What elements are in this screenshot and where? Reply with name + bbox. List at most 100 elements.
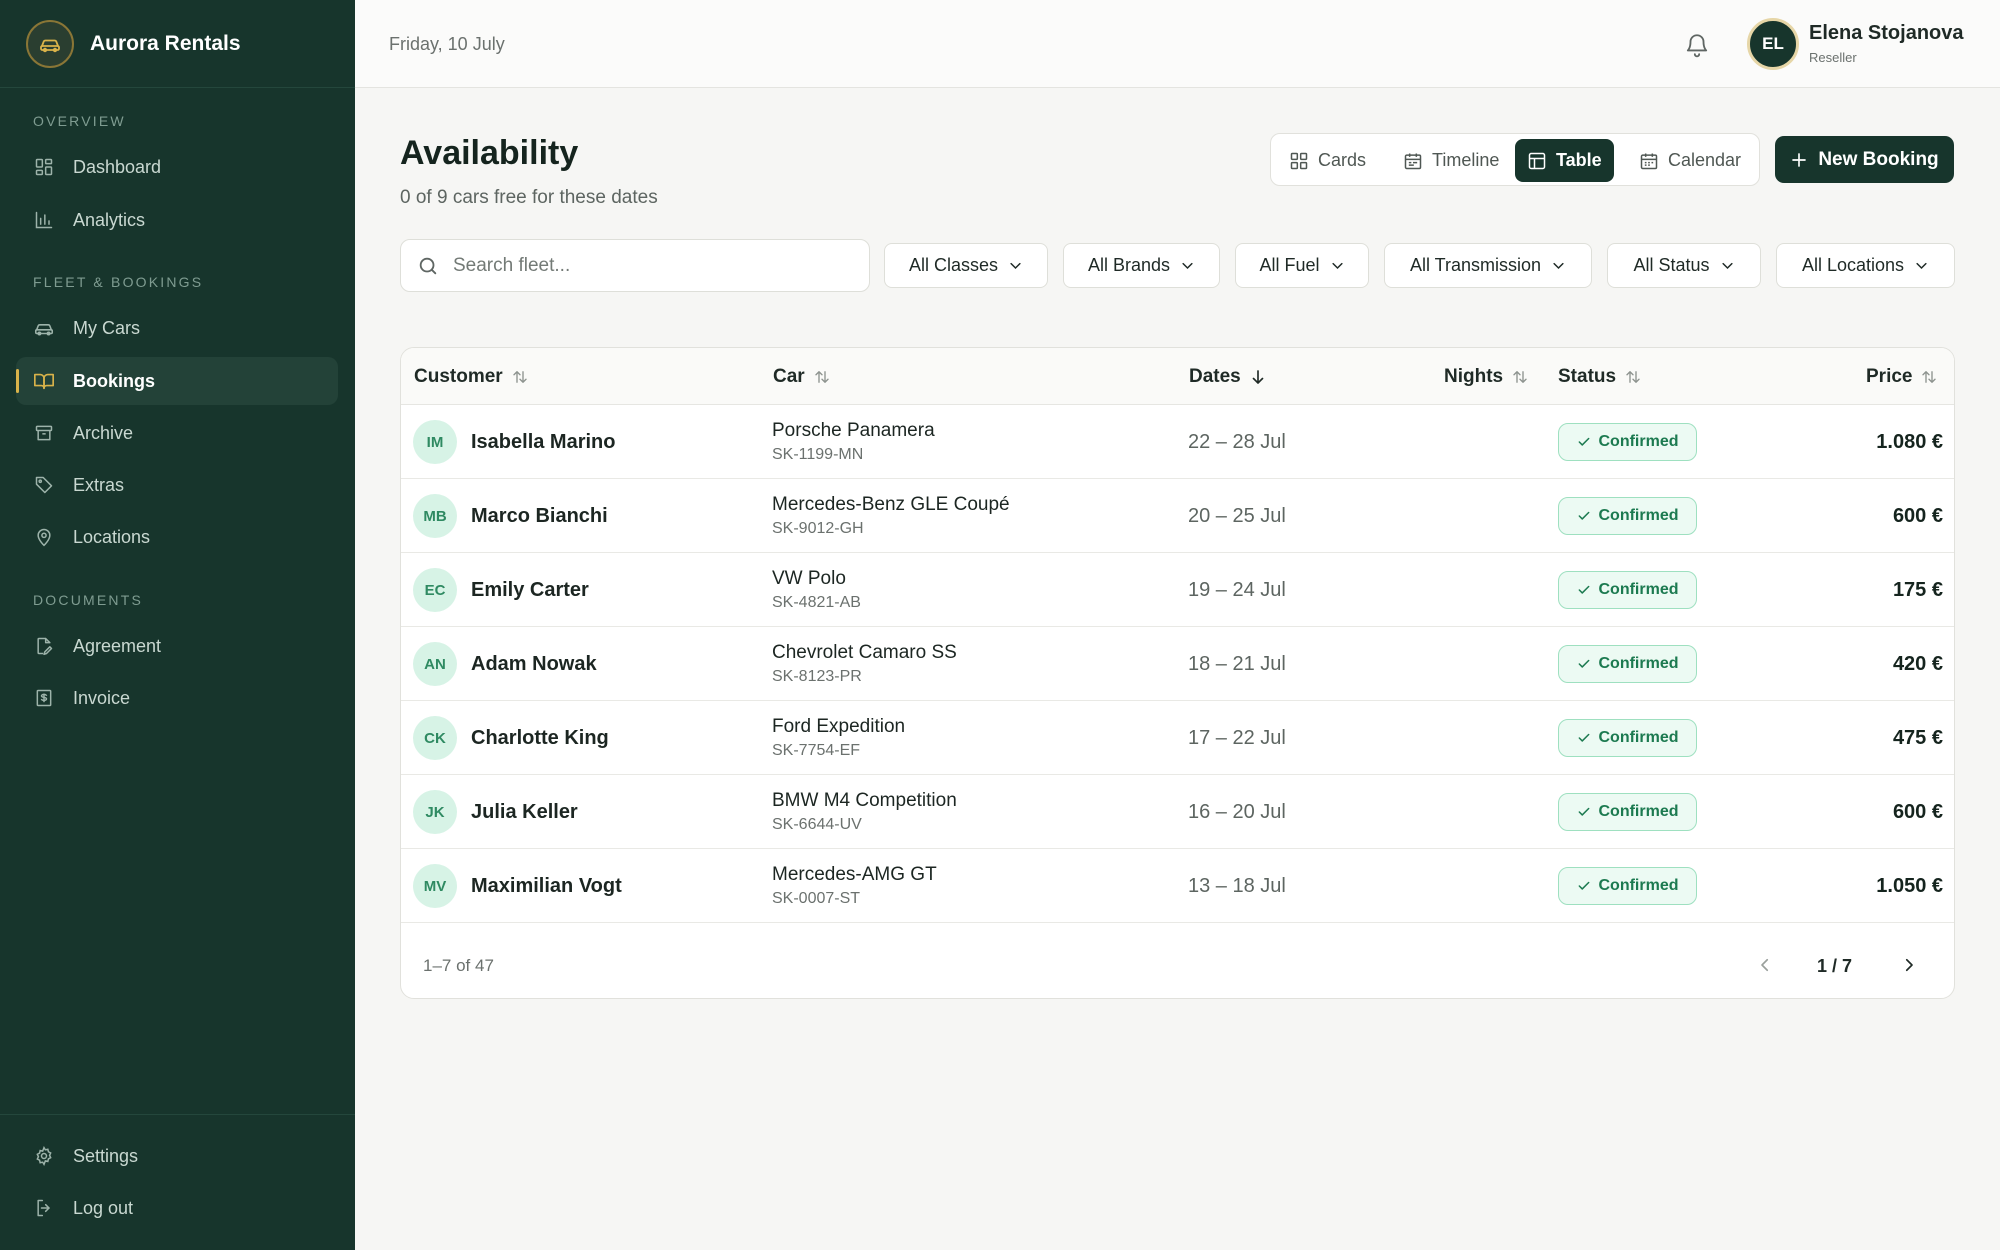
sidebar-item-label: Bookings [73,370,156,391]
section-fleet-bookings: FLEET & BOOKINGS [33,274,204,290]
column-dates[interactable]: Dates [1189,366,1267,388]
column-customer[interactable]: Customer [414,366,529,388]
sidebar-item-archive[interactable]: Archive [16,409,338,457]
sidebar-item-analytics[interactable]: Analytics [16,196,338,244]
column-nights[interactable]: Nights [1444,366,1529,388]
user-role: Reseller [1809,50,1857,65]
booking-price: 475 € [1892,727,1943,749]
bookings-table: Customer Car Dates Nights Status Price I… [400,347,1955,999]
bar-chart-icon [33,209,55,231]
sidebar-item-settings[interactable]: Settings [16,1132,338,1180]
status-label: Confirmed [1598,507,1679,524]
search-input[interactable] [453,254,853,277]
sidebar-item-label: My Cars [73,317,140,338]
page-subtitle: 0 of 9 cars free for these dates [400,187,658,208]
filter-locations[interactable]: All Locations [1776,243,1955,288]
customer-avatar: AN [413,642,457,686]
status-badge: Confirmed [1558,497,1697,535]
view-cards-button[interactable]: Cards [1277,139,1378,182]
car-name: Mercedes-AMG GT [772,864,937,885]
booking-price: 1.080 € [1876,431,1943,453]
pagination-range: 1–7 of 47 [423,956,494,975]
column-car[interactable]: Car [773,366,831,388]
sidebar: Aurora Rentals OVERVIEW Dashboard Analyt… [0,0,355,1250]
sidebar-item-label: Locations [73,526,151,547]
table-row[interactable]: IM Isabella Marino Porsche Panamera SK-1… [401,405,1954,479]
bell-icon[interactable] [1684,30,1710,60]
filter-fuel[interactable]: All Fuel [1235,243,1369,288]
sidebar-item-agreement[interactable]: Agreement [16,622,338,670]
sidebar-item-extras[interactable]: Extras [16,461,338,509]
car-name: BMW M4 Competition [772,790,957,811]
booking-price: 600 € [1892,505,1943,527]
sidebar-item-logout[interactable]: Log out [16,1184,338,1232]
filter-label: All Classes [908,255,999,275]
status-badge: Confirmed [1558,793,1697,831]
booking-dates: 13 – 18 Jul [1188,875,1286,897]
logout-icon [33,1197,55,1219]
chevron-down-icon [1916,262,1927,270]
table-icon [1528,152,1546,169]
sidebar-item-invoice[interactable]: Invoice [16,674,338,722]
view-timeline-button[interactable]: Timeline [1391,139,1511,182]
view-label: Cards [1318,150,1367,170]
section-documents: DOCUMENTS [33,592,144,608]
car-name: Mercedes-Benz GLE Coupé [772,494,1010,515]
filter-label: All Fuel [1259,255,1320,275]
plus-icon [1792,152,1807,167]
tag-icon [33,474,55,496]
gear-icon [33,1145,55,1167]
avatar[interactable]: EL [1747,18,1799,70]
booking-dates: 18 – 21 Jul [1188,653,1286,675]
status-badge: Confirmed [1558,423,1697,461]
page-title: Availability [400,134,579,172]
new-booking-button[interactable]: New Booking [1775,136,1954,183]
customer-name: Isabella Marino [471,431,616,453]
sidebar-item-my-cars[interactable]: My Cars [16,304,338,352]
table-row[interactable]: MB Marco Bianchi Mercedes-Benz GLE Coupé… [401,479,1954,553]
chevron-right-icon[interactable] [1895,951,1923,979]
customer-name: Marco Bianchi [471,505,608,527]
car-plate: SK-8123-PR [772,668,862,685]
sidebar-item-dashboard[interactable]: Dashboard [16,143,338,191]
search-box[interactable] [400,239,870,292]
column-status[interactable]: Status [1558,366,1642,388]
user-name[interactable]: Elena Stojanova [1809,22,1964,45]
document-edit-icon [33,635,55,657]
sort-icon [513,371,527,383]
view-table-button[interactable]: Table [1515,139,1614,182]
book-icon [33,370,55,392]
sidebar-item-label: Analytics [73,209,146,230]
filter-brands[interactable]: All Brands [1063,243,1220,288]
filter-classes[interactable]: All Classes [884,243,1048,288]
check-icon [1578,881,1589,890]
car-icon [26,19,74,68]
table-row[interactable]: EC Emily Carter VW Polo SK-4821-AB 19 – … [401,553,1954,627]
calendar-icon [1640,153,1658,169]
car-name: VW Polo [772,568,846,589]
table-row[interactable]: MV Maximilian Vogt Mercedes-AMG GT SK-00… [401,849,1954,923]
sort-icon [1513,371,1527,383]
car-name: Ford Expedition [772,716,906,737]
brand[interactable]: Aurora Rentals [0,0,355,88]
sidebar-item-locations[interactable]: Locations [16,513,338,561]
sidebar-item-bookings[interactable]: Bookings [16,357,338,405]
column-price[interactable]: Price [1866,366,1938,388]
table-row[interactable]: JK Julia Keller BMW M4 Competition SK-66… [401,775,1954,849]
customer-avatar: IM [413,420,457,464]
table-row[interactable]: AN Adam Nowak Chevrolet Camaro SS SK-812… [401,627,1954,701]
top-bar: Friday, 10 July EL Elena Stojanova Resel… [355,0,2000,88]
status-badge: Confirmed [1558,719,1697,757]
sort-icon [815,371,829,383]
booking-price: 1.050 € [1876,875,1943,897]
customer-name: Charlotte King [471,727,609,749]
car-plate: SK-0007-ST [772,890,861,907]
view-calendar-button[interactable]: Calendar [1627,139,1753,182]
table-row[interactable]: CK Charlotte King Ford Expedition SK-775… [401,701,1954,775]
chevron-down-icon [1331,262,1343,270]
chevron-left-icon[interactable] [1751,951,1779,979]
filter-transmission[interactable]: All Transmission [1384,243,1592,288]
filter-status[interactable]: All Status [1607,243,1761,288]
status-label: Confirmed [1598,729,1679,746]
check-icon [1578,585,1589,594]
